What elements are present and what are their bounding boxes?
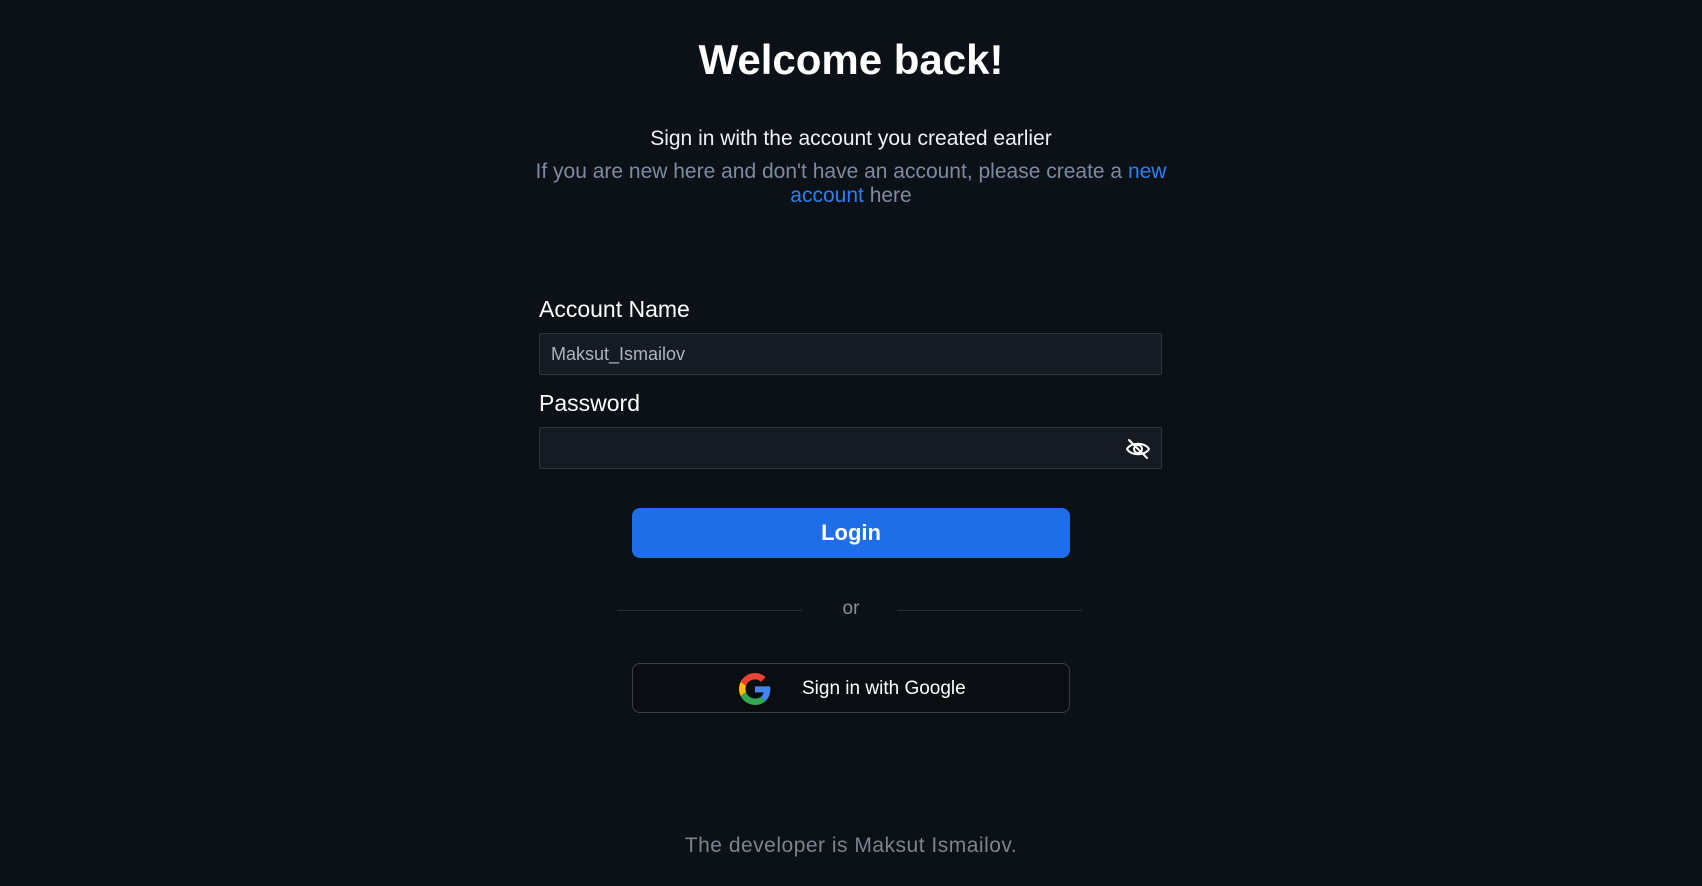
password-input[interactable] bbox=[540, 428, 1161, 468]
account-name-input[interactable] bbox=[540, 334, 1161, 374]
footer-developer-text: The developer is Maksut Ismailov. bbox=[684, 834, 1018, 857]
eye-off-icon[interactable] bbox=[1125, 437, 1151, 461]
divider-line-right bbox=[897, 610, 1082, 611]
signup-note-suffix: here bbox=[869, 184, 912, 207]
signup-note: If you are new here and don't have an ac… bbox=[531, 160, 1171, 208]
signup-note-prefix: If you are new here and don't have an ac… bbox=[535, 160, 1123, 183]
page-subtitle: Sign in with the account you created ear… bbox=[650, 127, 1052, 150]
password-label: Password bbox=[539, 390, 640, 416]
divider-line-left bbox=[617, 610, 802, 611]
login-page: Welcome back! Sign in with the account y… bbox=[0, 0, 1702, 886]
account-name-field-wrapper bbox=[539, 333, 1162, 375]
account-name-label: Account Name bbox=[539, 296, 690, 322]
google-signin-button[interactable]: Sign in with Google bbox=[632, 663, 1070, 713]
password-field-wrapper bbox=[539, 427, 1162, 469]
google-signin-label: Sign in with Google bbox=[802, 678, 966, 699]
google-icon bbox=[739, 673, 771, 705]
divider-or-text: or bbox=[842, 598, 860, 619]
page-title: Welcome back! bbox=[698, 36, 1004, 83]
login-button[interactable]: Login bbox=[632, 508, 1070, 558]
